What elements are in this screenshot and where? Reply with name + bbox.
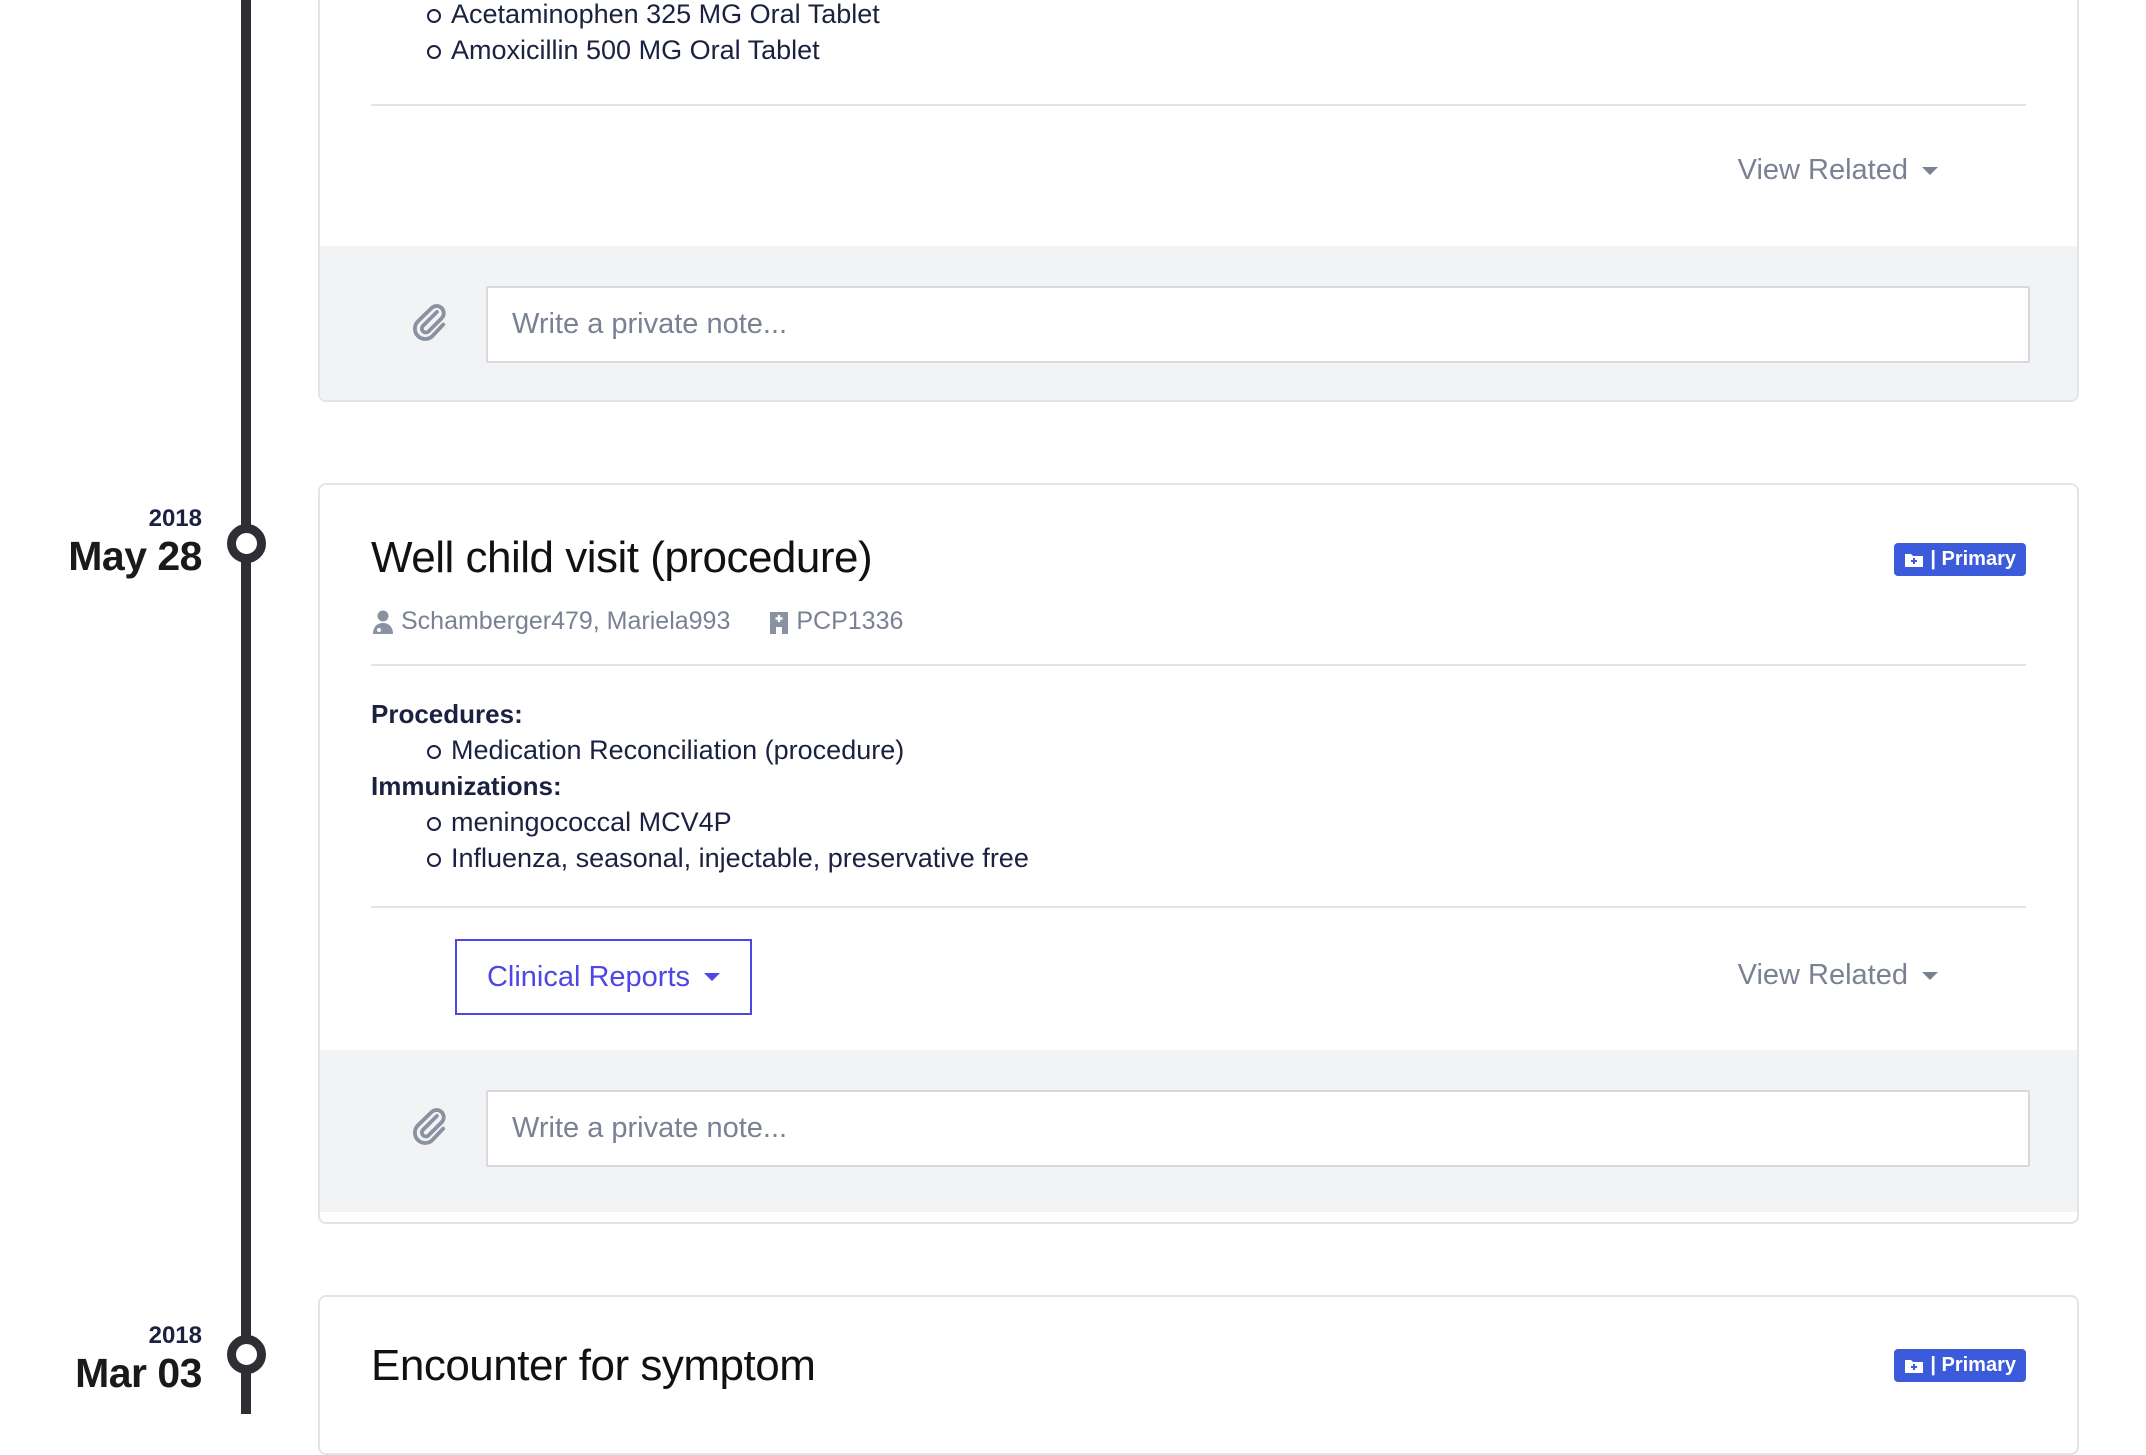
encounter-card: | Primary Encounter for symptom xyxy=(318,1295,2079,1455)
hospital-icon xyxy=(770,611,789,634)
private-note-input[interactable] xyxy=(486,1090,2030,1167)
view-related-label: View Related xyxy=(1737,154,1908,186)
section-label: Procedures: xyxy=(371,699,523,729)
private-note-input[interactable] xyxy=(486,286,2030,363)
list-item: meningococcal MCV4P xyxy=(371,804,2026,840)
list-item: Amoxicillin 500 MG Oral Tablet xyxy=(371,32,2026,68)
chevron-down-icon xyxy=(704,973,721,981)
view-related-label: View Related xyxy=(1737,959,1908,991)
note-area xyxy=(320,246,2077,400)
encounter-title: Encounter for symptom xyxy=(371,1341,816,1390)
user-doctor-icon xyxy=(373,610,393,634)
section-label: Immunizations: xyxy=(371,771,562,801)
paperclip-icon[interactable] xyxy=(410,1106,448,1153)
timeline-dot xyxy=(227,1335,266,1374)
date-day: May 28 xyxy=(68,533,202,579)
date-year: 2018 xyxy=(148,1322,202,1349)
clinical-reports-button[interactable]: Clinical Reports xyxy=(455,939,752,1015)
note-area xyxy=(320,1050,2077,1212)
primary-badge: | Primary xyxy=(1894,543,2026,576)
encounter-title: Well child visit (procedure) xyxy=(371,533,873,582)
paperclip-icon[interactable] xyxy=(410,302,448,349)
clinical-reports-label: Clinical Reports xyxy=(486,960,691,993)
primary-badge: | Primary xyxy=(1894,1349,2026,1382)
timeline-line xyxy=(241,0,251,1414)
folder-plus-icon xyxy=(1905,553,1924,567)
date-year: 2018 xyxy=(148,505,202,532)
chevron-down-icon xyxy=(1922,166,1938,175)
encounter-card-previous: Acetaminophen 325 MG Oral Tablet Amoxici… xyxy=(318,0,2079,402)
timeline-dot xyxy=(227,524,266,563)
list-item: Acetaminophen 325 MG Oral Tablet xyxy=(371,0,2026,32)
badge-label: | Primary xyxy=(1930,1354,2016,1376)
timeline-date: 2018 Mar 03 xyxy=(75,1322,202,1396)
view-related-dropdown[interactable]: View Related xyxy=(1738,154,1938,187)
chevron-down-icon xyxy=(1922,971,1938,980)
view-related-dropdown[interactable]: View Related xyxy=(1738,959,1938,992)
organization-name: PCP1336 xyxy=(796,607,904,635)
practitioner: Schamberger479, Mariela993 xyxy=(371,607,730,636)
list-item: Medication Reconciliation (procedure) xyxy=(371,732,2026,768)
practitioner-name: Schamberger479, Mariela993 xyxy=(401,607,731,635)
badge-label: | Primary xyxy=(1930,548,2016,570)
timeline-date: 2018 May 28 xyxy=(68,505,202,579)
encounter-card: | Primary Well child visit (procedure) S… xyxy=(318,483,2079,1224)
organization: PCP1336 xyxy=(768,607,903,636)
folder-plus-icon xyxy=(1905,1359,1924,1373)
list-item: Influenza, seasonal, injectable, preserv… xyxy=(371,840,2026,876)
date-day: Mar 03 xyxy=(75,1350,202,1396)
